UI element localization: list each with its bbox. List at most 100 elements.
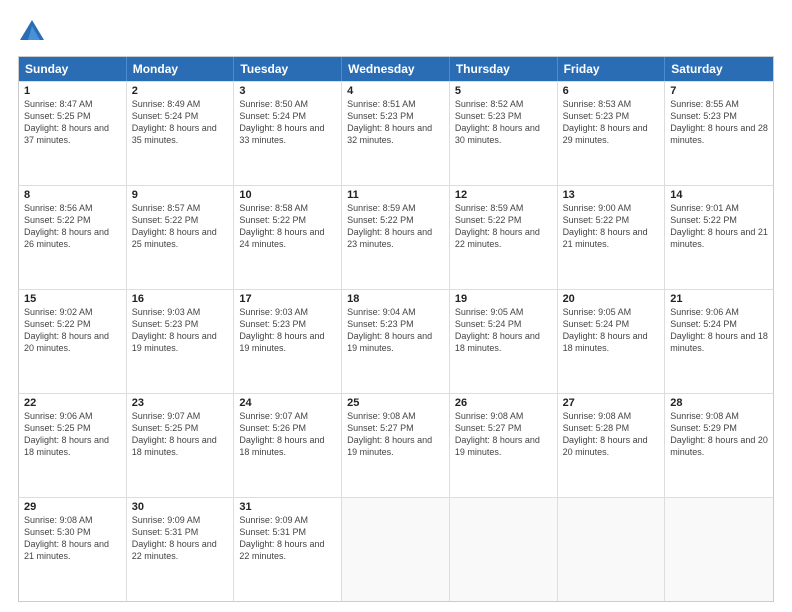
day-number: 6 <box>563 85 660 97</box>
day-detail: Sunrise: 8:51 AM Sunset: 5:23 PM Dayligh… <box>347 98 444 147</box>
day-cell-1: 1Sunrise: 8:47 AM Sunset: 5:25 PM Daylig… <box>19 82 127 185</box>
day-cell-17: 17Sunrise: 9:03 AM Sunset: 5:23 PM Dayli… <box>234 290 342 393</box>
week-row-1: 1Sunrise: 8:47 AM Sunset: 5:25 PM Daylig… <box>19 81 773 185</box>
day-cell-18: 18Sunrise: 9:04 AM Sunset: 5:23 PM Dayli… <box>342 290 450 393</box>
day-detail: Sunrise: 8:47 AM Sunset: 5:25 PM Dayligh… <box>24 98 121 147</box>
day-number: 2 <box>132 85 229 97</box>
day-cell-26: 26Sunrise: 9:08 AM Sunset: 5:27 PM Dayli… <box>450 394 558 497</box>
day-number: 14 <box>670 189 768 201</box>
day-number: 26 <box>455 397 552 409</box>
day-number: 29 <box>24 501 121 513</box>
day-cell-2: 2Sunrise: 8:49 AM Sunset: 5:24 PM Daylig… <box>127 82 235 185</box>
day-number: 23 <box>132 397 229 409</box>
day-detail: Sunrise: 9:00 AM Sunset: 5:22 PM Dayligh… <box>563 202 660 251</box>
day-detail: Sunrise: 9:09 AM Sunset: 5:31 PM Dayligh… <box>239 514 336 563</box>
day-number: 17 <box>239 293 336 305</box>
day-cell-16: 16Sunrise: 9:03 AM Sunset: 5:23 PM Dayli… <box>127 290 235 393</box>
header-day-monday: Monday <box>127 57 235 81</box>
calendar-header-row: SundayMondayTuesdayWednesdayThursdayFrid… <box>19 57 773 81</box>
day-cell-30: 30Sunrise: 9:09 AM Sunset: 5:31 PM Dayli… <box>127 498 235 601</box>
day-detail: Sunrise: 9:06 AM Sunset: 5:24 PM Dayligh… <box>670 306 768 355</box>
day-cell-23: 23Sunrise: 9:07 AM Sunset: 5:25 PM Dayli… <box>127 394 235 497</box>
day-detail: Sunrise: 9:07 AM Sunset: 5:26 PM Dayligh… <box>239 410 336 459</box>
day-cell-9: 9Sunrise: 8:57 AM Sunset: 5:22 PM Daylig… <box>127 186 235 289</box>
day-cell-25: 25Sunrise: 9:08 AM Sunset: 5:27 PM Dayli… <box>342 394 450 497</box>
day-number: 28 <box>670 397 768 409</box>
empty-cell-4-6 <box>665 498 773 601</box>
day-number: 18 <box>347 293 444 305</box>
day-detail: Sunrise: 8:49 AM Sunset: 5:24 PM Dayligh… <box>132 98 229 147</box>
day-number: 22 <box>24 397 121 409</box>
day-detail: Sunrise: 8:55 AM Sunset: 5:23 PM Dayligh… <box>670 98 768 147</box>
day-number: 21 <box>670 293 768 305</box>
day-detail: Sunrise: 9:09 AM Sunset: 5:31 PM Dayligh… <box>132 514 229 563</box>
day-cell-12: 12Sunrise: 8:59 AM Sunset: 5:22 PM Dayli… <box>450 186 558 289</box>
day-cell-11: 11Sunrise: 8:59 AM Sunset: 5:22 PM Dayli… <box>342 186 450 289</box>
day-number: 10 <box>239 189 336 201</box>
day-detail: Sunrise: 9:06 AM Sunset: 5:25 PM Dayligh… <box>24 410 121 459</box>
empty-cell-4-4 <box>450 498 558 601</box>
header <box>18 18 774 46</box>
day-detail: Sunrise: 8:50 AM Sunset: 5:24 PM Dayligh… <box>239 98 336 147</box>
day-number: 30 <box>132 501 229 513</box>
day-detail: Sunrise: 9:08 AM Sunset: 5:27 PM Dayligh… <box>347 410 444 459</box>
day-cell-15: 15Sunrise: 9:02 AM Sunset: 5:22 PM Dayli… <box>19 290 127 393</box>
calendar: SundayMondayTuesdayWednesdayThursdayFrid… <box>18 56 774 602</box>
day-number: 15 <box>24 293 121 305</box>
day-detail: Sunrise: 9:04 AM Sunset: 5:23 PM Dayligh… <box>347 306 444 355</box>
day-number: 8 <box>24 189 121 201</box>
day-cell-31: 31Sunrise: 9:09 AM Sunset: 5:31 PM Dayli… <box>234 498 342 601</box>
header-day-saturday: Saturday <box>665 57 773 81</box>
day-cell-5: 5Sunrise: 8:52 AM Sunset: 5:23 PM Daylig… <box>450 82 558 185</box>
logo <box>18 18 50 46</box>
day-cell-4: 4Sunrise: 8:51 AM Sunset: 5:23 PM Daylig… <box>342 82 450 185</box>
day-detail: Sunrise: 9:08 AM Sunset: 5:28 PM Dayligh… <box>563 410 660 459</box>
header-day-sunday: Sunday <box>19 57 127 81</box>
day-number: 27 <box>563 397 660 409</box>
day-cell-8: 8Sunrise: 8:56 AM Sunset: 5:22 PM Daylig… <box>19 186 127 289</box>
day-cell-27: 27Sunrise: 9:08 AM Sunset: 5:28 PM Dayli… <box>558 394 666 497</box>
week-row-3: 15Sunrise: 9:02 AM Sunset: 5:22 PM Dayli… <box>19 289 773 393</box>
day-detail: Sunrise: 8:59 AM Sunset: 5:22 PM Dayligh… <box>347 202 444 251</box>
day-detail: Sunrise: 8:57 AM Sunset: 5:22 PM Dayligh… <box>132 202 229 251</box>
day-number: 3 <box>239 85 336 97</box>
day-detail: Sunrise: 9:02 AM Sunset: 5:22 PM Dayligh… <box>24 306 121 355</box>
header-day-wednesday: Wednesday <box>342 57 450 81</box>
day-number: 11 <box>347 189 444 201</box>
header-day-friday: Friday <box>558 57 666 81</box>
day-cell-28: 28Sunrise: 9:08 AM Sunset: 5:29 PM Dayli… <box>665 394 773 497</box>
day-detail: Sunrise: 9:01 AM Sunset: 5:22 PM Dayligh… <box>670 202 768 251</box>
calendar-body: 1Sunrise: 8:47 AM Sunset: 5:25 PM Daylig… <box>19 81 773 601</box>
empty-cell-4-5 <box>558 498 666 601</box>
day-detail: Sunrise: 9:08 AM Sunset: 5:30 PM Dayligh… <box>24 514 121 563</box>
week-row-4: 22Sunrise: 9:06 AM Sunset: 5:25 PM Dayli… <box>19 393 773 497</box>
day-cell-10: 10Sunrise: 8:58 AM Sunset: 5:22 PM Dayli… <box>234 186 342 289</box>
day-detail: Sunrise: 8:56 AM Sunset: 5:22 PM Dayligh… <box>24 202 121 251</box>
day-number: 16 <box>132 293 229 305</box>
day-number: 13 <box>563 189 660 201</box>
day-detail: Sunrise: 8:58 AM Sunset: 5:22 PM Dayligh… <box>239 202 336 251</box>
day-number: 20 <box>563 293 660 305</box>
day-detail: Sunrise: 8:53 AM Sunset: 5:23 PM Dayligh… <box>563 98 660 147</box>
day-number: 4 <box>347 85 444 97</box>
day-cell-3: 3Sunrise: 8:50 AM Sunset: 5:24 PM Daylig… <box>234 82 342 185</box>
day-cell-6: 6Sunrise: 8:53 AM Sunset: 5:23 PM Daylig… <box>558 82 666 185</box>
week-row-5: 29Sunrise: 9:08 AM Sunset: 5:30 PM Dayli… <box>19 497 773 601</box>
day-cell-20: 20Sunrise: 9:05 AM Sunset: 5:24 PM Dayli… <box>558 290 666 393</box>
day-detail: Sunrise: 8:59 AM Sunset: 5:22 PM Dayligh… <box>455 202 552 251</box>
day-detail: Sunrise: 9:05 AM Sunset: 5:24 PM Dayligh… <box>455 306 552 355</box>
day-number: 19 <box>455 293 552 305</box>
logo-icon <box>18 18 46 46</box>
page: SundayMondayTuesdayWednesdayThursdayFrid… <box>0 0 792 612</box>
day-cell-14: 14Sunrise: 9:01 AM Sunset: 5:22 PM Dayli… <box>665 186 773 289</box>
day-cell-19: 19Sunrise: 9:05 AM Sunset: 5:24 PM Dayli… <box>450 290 558 393</box>
header-day-tuesday: Tuesday <box>234 57 342 81</box>
day-number: 1 <box>24 85 121 97</box>
day-cell-29: 29Sunrise: 9:08 AM Sunset: 5:30 PM Dayli… <box>19 498 127 601</box>
day-number: 7 <box>670 85 768 97</box>
day-cell-13: 13Sunrise: 9:00 AM Sunset: 5:22 PM Dayli… <box>558 186 666 289</box>
day-number: 5 <box>455 85 552 97</box>
day-number: 9 <box>132 189 229 201</box>
day-number: 31 <box>239 501 336 513</box>
day-detail: Sunrise: 9:08 AM Sunset: 5:29 PM Dayligh… <box>670 410 768 459</box>
